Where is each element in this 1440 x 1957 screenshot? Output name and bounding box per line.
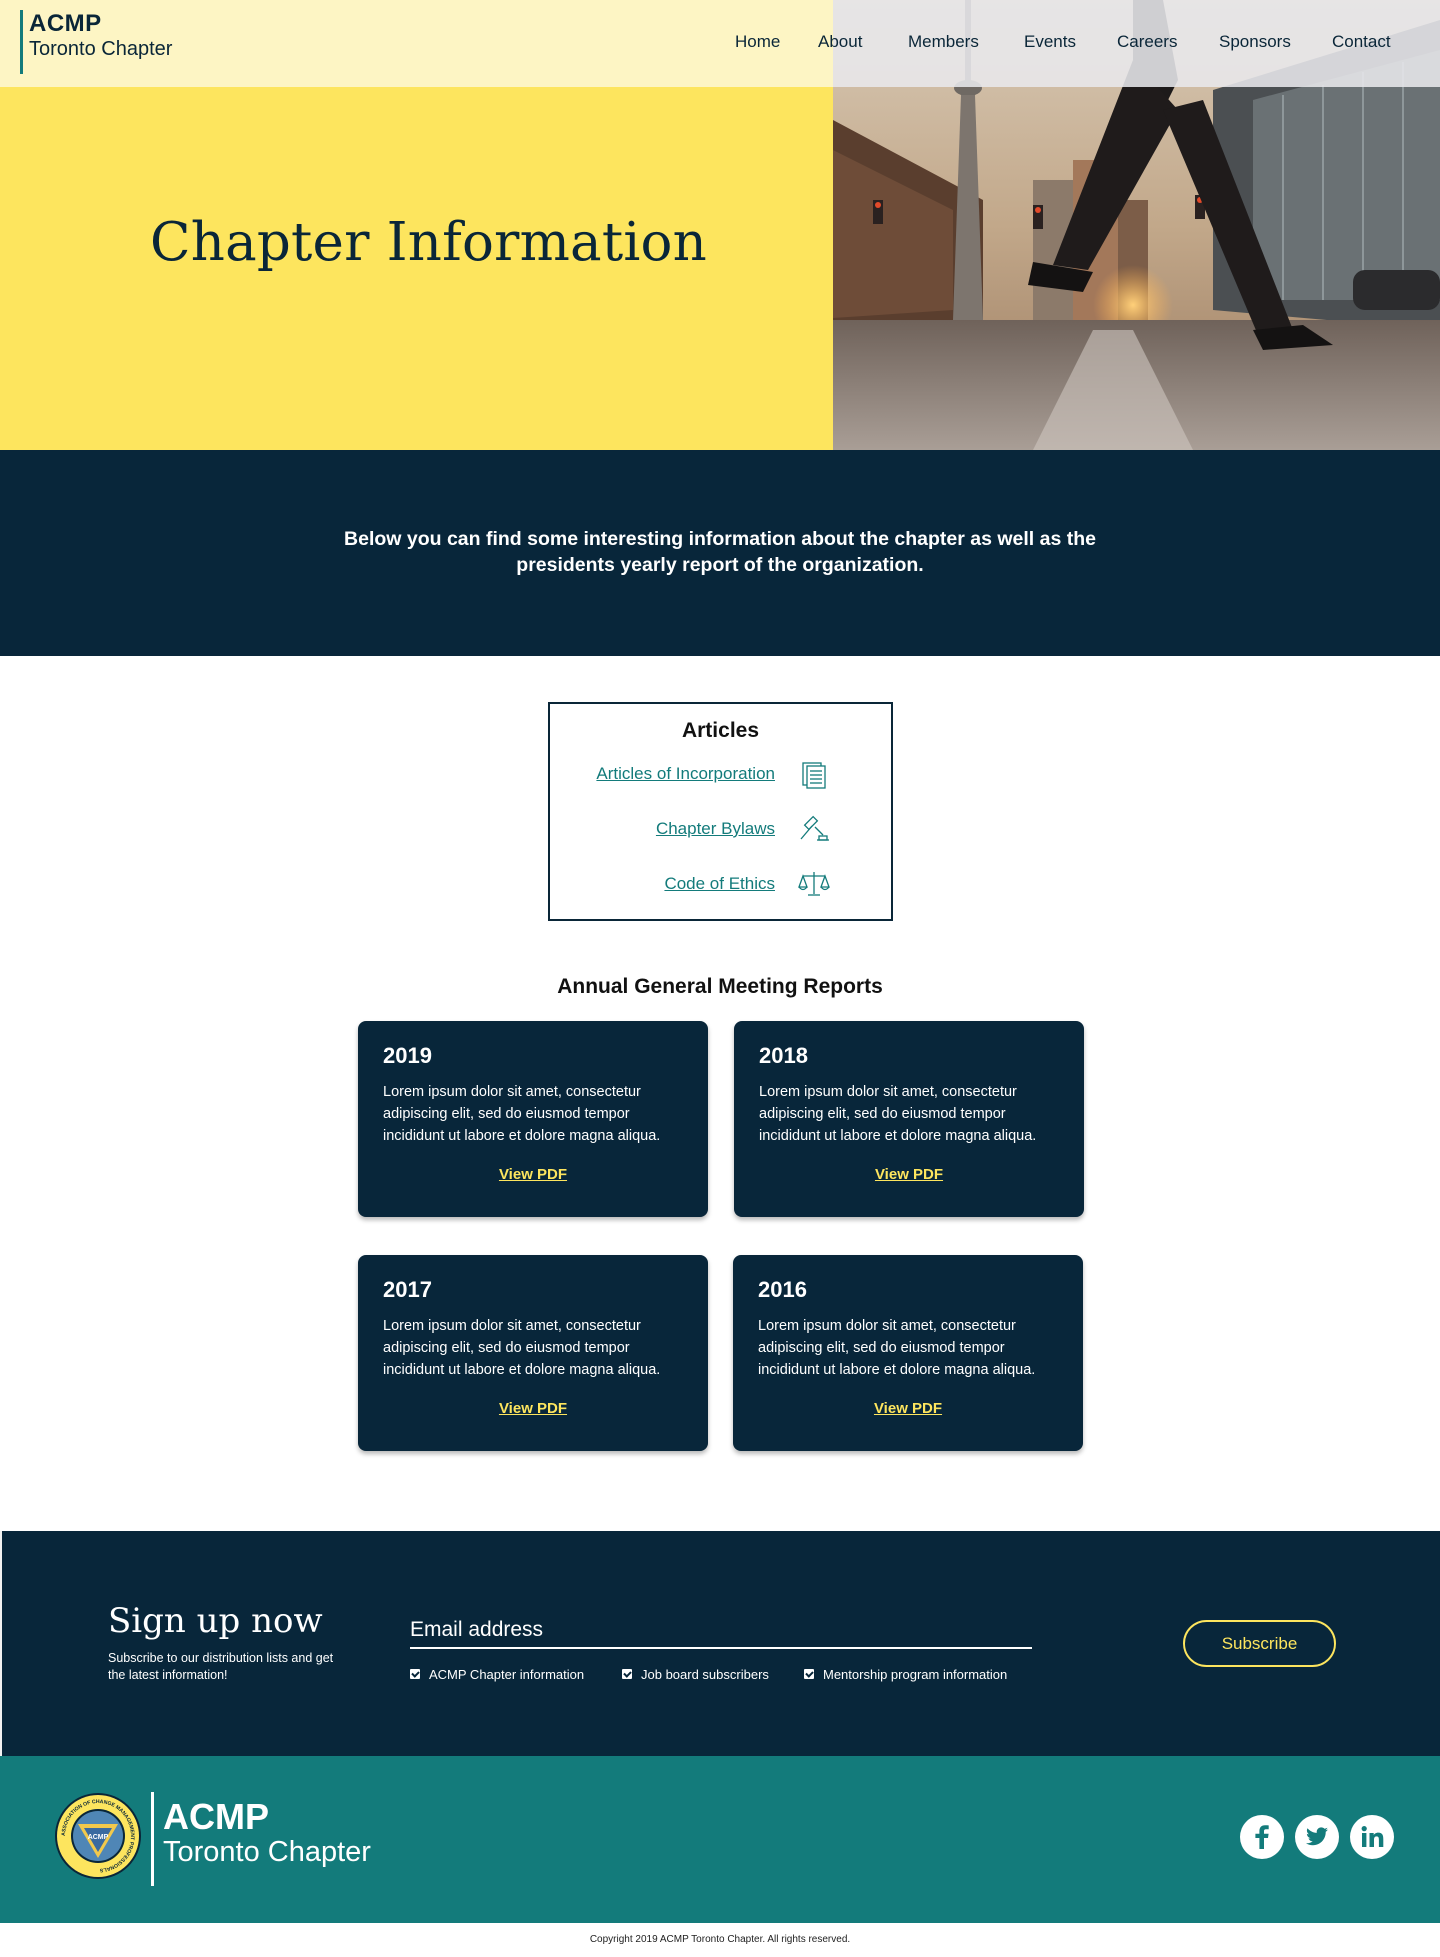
report-description: Lorem ipsum dolor sit amet, consectetur …: [383, 1318, 661, 1378]
report-card-2019: 2019 Lorem ipsum dolor sit amet, consect…: [358, 1021, 708, 1217]
report-year: 2017: [383, 1277, 432, 1302]
checkbox-label: Job board subscribers: [641, 1667, 769, 1682]
reports-title: Annual General Meeting Reports: [557, 975, 883, 998]
signup-section: Sign up now Subscribe to our distributio…: [0, 1531, 1440, 1756]
page-title: Chapter Information: [150, 212, 707, 273]
subscribe-button[interactable]: Subscribe: [1183, 1620, 1336, 1667]
email-field-wrapper: [410, 1615, 1032, 1649]
report-card-2016: 2016 Lorem ipsum dolor sit amet, consect…: [733, 1255, 1083, 1451]
report-year: 2016: [758, 1277, 807, 1302]
checkbox-job-board[interactable]: Job board subscribers: [622, 1666, 792, 1684]
report-card-2018: 2018 Lorem ipsum dolor sit amet, consect…: [734, 1021, 1084, 1217]
articles-of-incorporation-link[interactable]: Articles of Incorporation: [596, 762, 775, 786]
nav-careers[interactable]: Careers: [1117, 32, 1177, 52]
linkedin-icon[interactable]: [1350, 1815, 1394, 1859]
document-stack-icon: [802, 762, 826, 789]
report-year: 2019: [383, 1043, 432, 1068]
checkbox-label: Mentorship program information: [823, 1667, 1008, 1682]
nav-sponsors[interactable]: Sponsors: [1219, 32, 1291, 52]
main-nav: Home About Members Events Careers Sponso…: [0, 32, 1440, 58]
signup-subtitle: Subscribe to our distribution lists and …: [108, 1651, 334, 1682]
articles-title: Articles: [681, 719, 760, 742]
checkbox-checked-icon[interactable]: [410, 1669, 420, 1679]
checkbox-label: ACMP Chapter information: [429, 1667, 585, 1682]
footer-brand-subtitle: Toronto Chapter: [163, 1836, 371, 1868]
acmp-seal-logo[interactable]: ASSOCIATION OF CHANGE MANAGEMENT PROFESS…: [54, 1792, 142, 1880]
report-description: Lorem ipsum dolor sit amet, consectetur …: [383, 1084, 661, 1144]
nav-contact[interactable]: Contact: [1332, 32, 1391, 52]
nav-members[interactable]: Members: [908, 32, 979, 52]
nav-home[interactable]: Home: [735, 32, 780, 52]
signup-title: Sign up now: [108, 1601, 323, 1641]
footer-divider: [151, 1792, 154, 1886]
email-field[interactable]: [410, 1615, 1032, 1645]
seal-center-text: ACMP: [88, 1834, 109, 1841]
chapter-bylaws-link[interactable]: Chapter Bylaws: [656, 817, 775, 841]
checkbox-checked-icon[interactable]: [804, 1669, 814, 1679]
code-of-ethics-link[interactable]: Code of Ethics: [664, 872, 775, 896]
intro-text: Below you can find some interesting info…: [344, 528, 1096, 576]
view-pdf-link[interactable]: View PDF: [358, 1400, 708, 1417]
gavel-icon: [800, 815, 829, 841]
intro-section: Below you can find some interesting info…: [0, 450, 1440, 656]
checkbox-checked-icon[interactable]: [622, 1669, 632, 1679]
article-item: Chapter Bylaws: [551, 815, 831, 847]
twitter-icon[interactable]: [1295, 1815, 1339, 1859]
nav-events[interactable]: Events: [1024, 32, 1076, 52]
view-pdf-link[interactable]: View PDF: [358, 1166, 708, 1183]
footer: ASSOCIATION OF CHANGE MANAGEMENT PROFESS…: [0, 1756, 1440, 1923]
hero-section: ACMP Toronto Chapter Home About Members …: [0, 0, 1440, 450]
footer-brand-name: ACMP: [163, 1796, 269, 1837]
facebook-icon[interactable]: [1240, 1815, 1284, 1859]
checkbox-chapter-information[interactable]: ACMP Chapter information: [410, 1666, 610, 1684]
scales-icon: [798, 872, 830, 896]
copyright-text: Copyright 2019 ACMP Toronto Chapter. All…: [589, 1934, 851, 1945]
view-pdf-link[interactable]: View PDF: [734, 1166, 1084, 1183]
report-description: Lorem ipsum dolor sit amet, consectetur …: [758, 1318, 1036, 1378]
report-year: 2018: [759, 1043, 808, 1068]
view-pdf-link[interactable]: View PDF: [733, 1400, 1083, 1417]
nav-about[interactable]: About: [818, 32, 862, 52]
article-item: Code of Ethics: [551, 872, 831, 902]
report-card-2017: 2017 Lorem ipsum dolor sit amet, consect…: [358, 1255, 708, 1451]
articles-box: Articles Articles of Incorporation Chapt…: [548, 702, 893, 921]
report-description: Lorem ipsum dolor sit amet, consectetur …: [759, 1084, 1037, 1144]
checkbox-mentorship[interactable]: Mentorship program information: [804, 1666, 1034, 1684]
article-item: Articles of Incorporation: [551, 762, 831, 792]
